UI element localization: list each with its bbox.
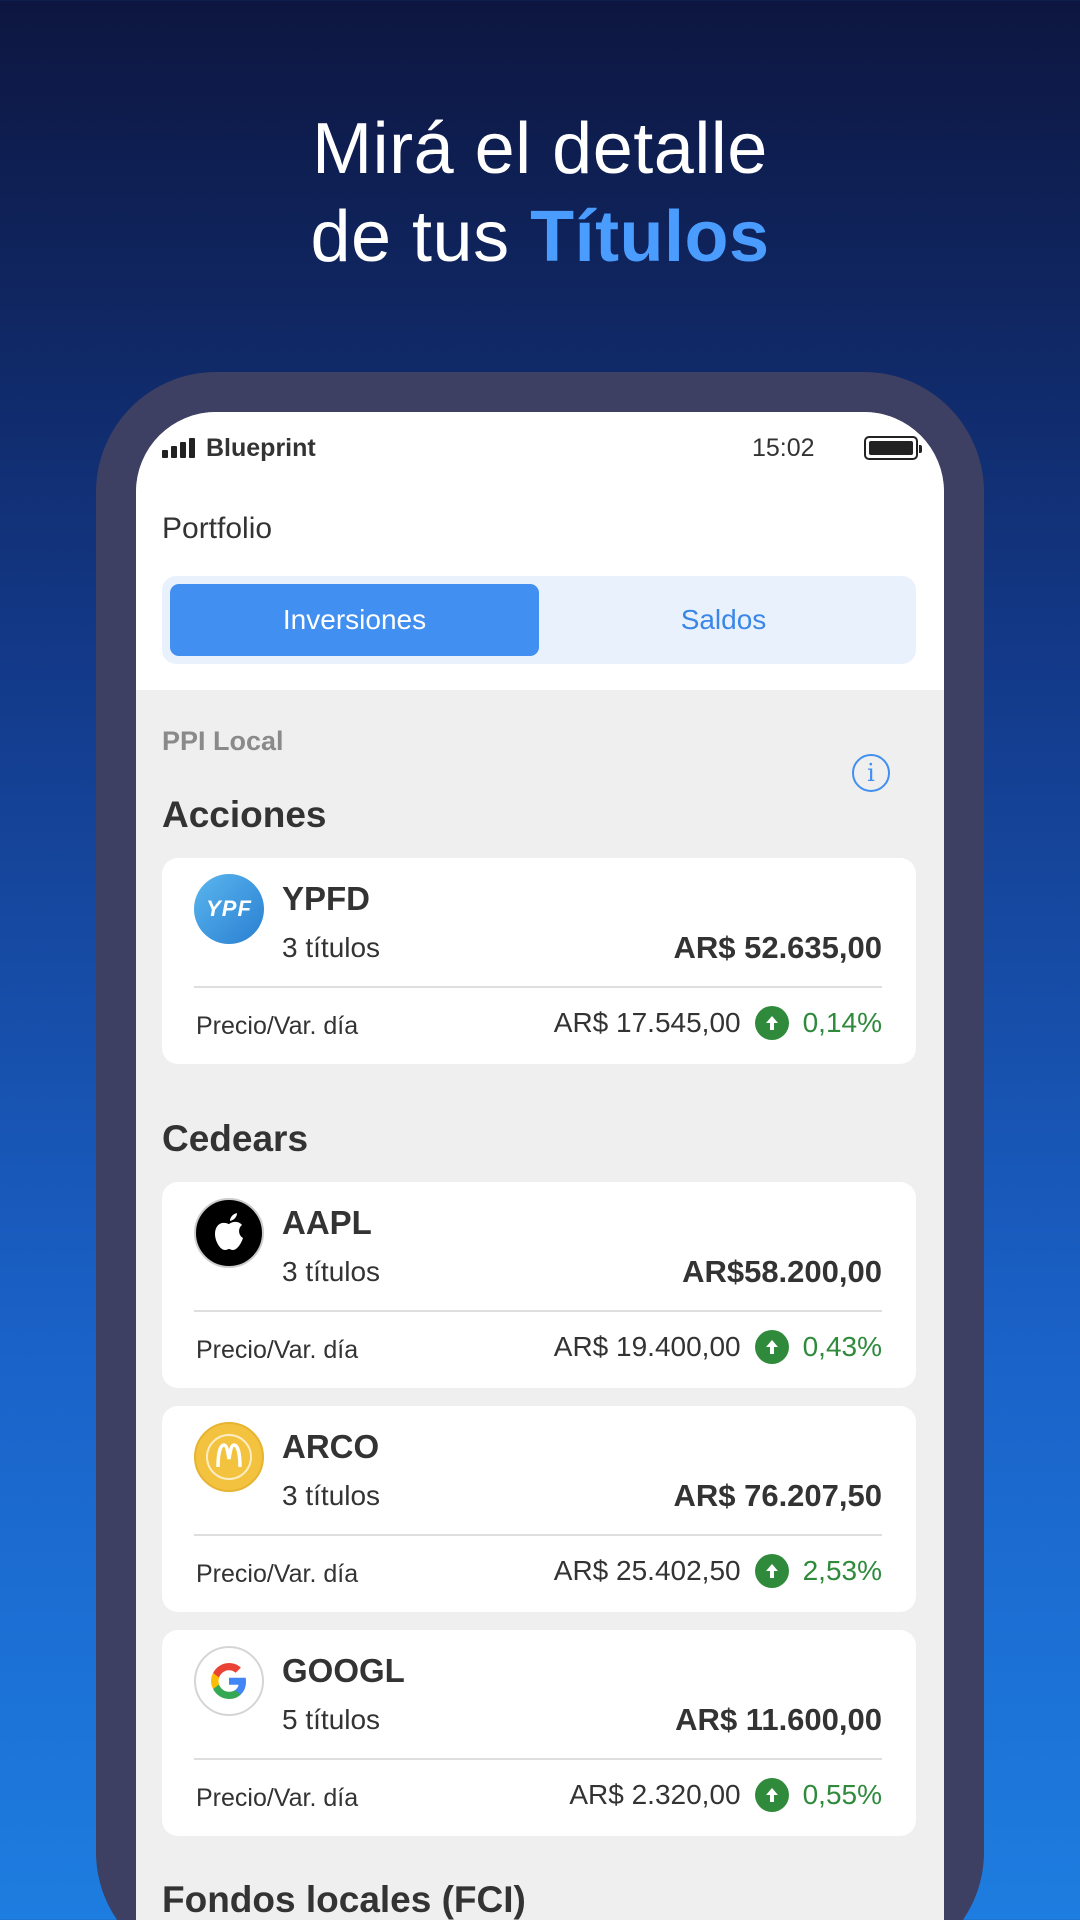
google-logo: [194, 1646, 264, 1716]
holding-variation: 0,14%: [802, 1007, 882, 1038]
card-divider: [194, 1310, 882, 1312]
tab-saldos[interactable]: Saldos: [539, 584, 908, 656]
carrier-name: Blueprint: [206, 434, 316, 462]
arrow-up-icon: [754, 1554, 789, 1588]
holding-variation: 0,55%: [802, 1779, 882, 1810]
holding-price: AR$ 25.402,50: [553, 1555, 741, 1586]
holding-price: AR$ 17.545,00: [553, 1007, 741, 1038]
card-divider: [194, 1758, 882, 1760]
holding-card-aapl[interactable]: AAPL 3 títulos AR$58.200,00 Precio/Var. …: [162, 1182, 916, 1388]
price-label: Precio/Var. día: [196, 1336, 359, 1364]
holding-variation: 0,43%: [802, 1331, 882, 1362]
card-divider: [194, 1534, 882, 1536]
signal-icon: [162, 438, 195, 458]
info-icon[interactable]: i: [852, 754, 890, 792]
headline-accent: Títulos: [530, 197, 770, 277]
holding-ticker: YPFD: [282, 880, 371, 917]
price-row: AR$ 17.545,00 0,14%: [554, 1006, 882, 1040]
holding-quantity: 3 títulos: [282, 1256, 381, 1287]
section-title-acciones: Acciones: [162, 794, 327, 835]
headline-prefix: de tus: [310, 197, 510, 277]
section-title-fci: Fondos locales (FCI): [162, 1879, 526, 1920]
status-time: 15:02: [752, 434, 815, 462]
group-label: PPI Local: [162, 726, 284, 756]
holding-quantity: 5 títulos: [282, 1704, 381, 1735]
headline-line-1: Mirá el detalle: [312, 109, 768, 189]
holding-total: AR$ 76.207,50: [673, 1478, 882, 1513]
phone-screen: Blueprint 15:02 Portfolio Inversiones Sa…: [136, 412, 944, 1920]
card-divider: [194, 986, 882, 988]
holding-ticker: GOOGL: [282, 1652, 405, 1689]
arrow-up-icon: [754, 1330, 789, 1364]
section-title-cedears: Cedears: [162, 1118, 309, 1159]
holding-card-ypfd[interactable]: YPF YPFD 3 títulos AR$ 52.635,00 Precio/…: [162, 858, 916, 1064]
holding-quantity: 3 títulos: [282, 1480, 381, 1511]
holding-total: AR$ 11.600,00: [675, 1702, 882, 1737]
holding-total: AR$58.200,00: [682, 1254, 882, 1289]
page-title: Portfolio: [162, 512, 273, 545]
holding-variation: 2,53%: [802, 1555, 882, 1586]
price-row: AR$ 25.402,50 2,53%: [554, 1554, 882, 1588]
holding-ticker: AAPL: [282, 1204, 372, 1241]
price-row: AR$ 2.320,00 0,55%: [569, 1778, 882, 1812]
battery-icon: [864, 436, 922, 460]
tab-inversiones[interactable]: Inversiones: [170, 584, 539, 656]
header-area: Blueprint 15:02 Portfolio Inversiones Sa…: [136, 412, 944, 690]
status-bar: Blueprint 15:02: [162, 426, 922, 462]
holding-total: AR$ 52.635,00: [673, 930, 882, 965]
holding-price: AR$ 19.400,00: [553, 1331, 741, 1362]
holding-card-arco[interactable]: ARCO 3 títulos AR$ 76.207,50 Precio/Var.…: [162, 1406, 916, 1612]
holding-quantity: 3 títulos: [282, 932, 381, 963]
arrow-up-icon: [754, 1778, 789, 1812]
holding-ticker: ARCO: [282, 1428, 380, 1465]
arrow-up-icon: [754, 1006, 789, 1040]
headline-line-2: de tus Títulos: [0, 193, 1080, 281]
price-row: AR$ 19.400,00 0,43%: [554, 1330, 882, 1364]
price-label: Precio/Var. día: [196, 1560, 359, 1588]
segmented-control: Inversiones Saldos: [162, 576, 916, 664]
holding-card-googl[interactable]: GOOGL 5 títulos AR$ 11.600,00 Precio/Var…: [162, 1630, 916, 1836]
holding-price: AR$ 2.320,00: [569, 1779, 741, 1810]
price-label: Precio/Var. día: [196, 1784, 359, 1812]
ypf-logo: YPF: [194, 874, 264, 944]
promo-headline: Mirá el detalle de tus Títulos: [0, 105, 1080, 281]
apple-logo: [194, 1198, 264, 1268]
price-label: Precio/Var. día: [196, 1012, 359, 1040]
mcdonalds-logo: [194, 1422, 264, 1492]
